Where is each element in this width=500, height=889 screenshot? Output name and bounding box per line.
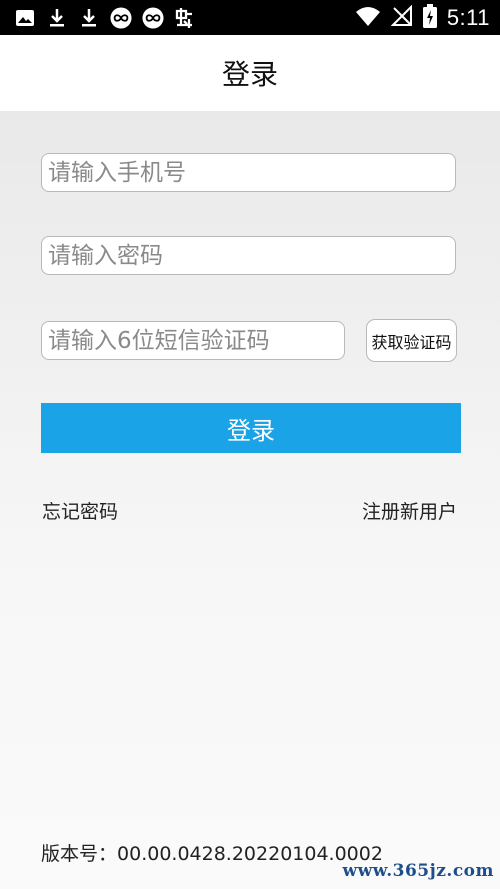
page-title: 登录 (221, 58, 278, 91)
password-input[interactable] (42, 237, 455, 274)
login-button[interactable]: 登录 (41, 403, 461, 453)
download-icon (78, 7, 100, 29)
login-form: 获取验证码 登录 忘记密码 注册新用户 版本号：00.00.0428.20220… (0, 111, 500, 889)
sms-code-input[interactable] (42, 322, 344, 359)
forgot-password-link[interactable]: 忘记密码 (42, 497, 118, 524)
phone-input[interactable] (42, 154, 455, 191)
infinity-badge-icon (142, 7, 164, 29)
wifi-icon (355, 5, 381, 31)
get-code-button[interactable]: 获取验证码 (366, 319, 457, 362)
sms-code-field (41, 321, 345, 360)
register-link[interactable]: 注册新用户 (362, 497, 457, 524)
image-icon (14, 7, 36, 29)
download-icon (46, 7, 68, 29)
phone-field (41, 153, 456, 192)
infinity-badge-icon (110, 7, 132, 29)
status-bar-system: 5:11 (355, 4, 490, 32)
password-field (41, 236, 456, 275)
status-time: 5:11 (446, 5, 490, 30)
watermark: www.365jz.com (342, 861, 494, 881)
signal-off-icon (390, 4, 413, 31)
version-info: 版本号：00.00.0428.20220104.0002 (41, 839, 383, 866)
bug-icon (174, 7, 196, 29)
app-header: 登录 (0, 35, 500, 111)
status-bar: 5:11 (0, 0, 500, 35)
battery-charging-icon (422, 4, 437, 32)
status-bar-notifications (14, 5, 196, 31)
version-label: 版本号： (41, 843, 118, 865)
